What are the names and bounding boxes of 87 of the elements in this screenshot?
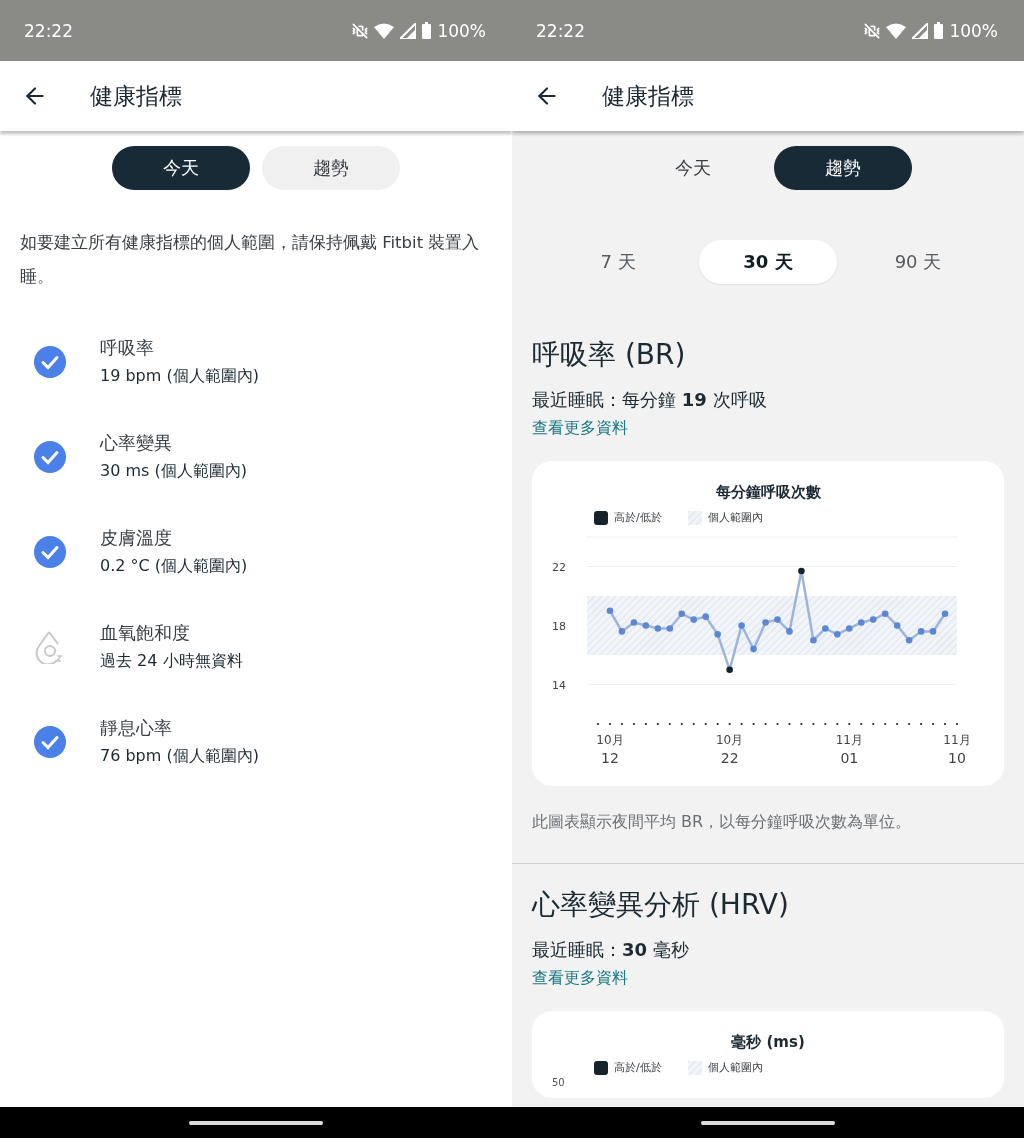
range-tab[interactable]: 7 天 xyxy=(549,240,687,284)
data-point xyxy=(666,625,674,632)
section-title: 心率變異分析 (HRV) xyxy=(532,887,790,923)
data-point xyxy=(690,616,698,623)
range-tab[interactable]: 90 天 xyxy=(849,240,987,284)
data-point xyxy=(678,610,686,617)
battery-percent: 100% xyxy=(949,20,998,41)
signal-icon xyxy=(400,22,417,39)
vibrate-off-icon xyxy=(864,22,881,39)
app-bar-title: 健康指標 xyxy=(90,81,182,111)
app-bar-title: 健康指標 xyxy=(602,81,694,111)
data-point xyxy=(786,628,793,635)
metric-value: 過去 24 小時無資料 xyxy=(100,651,243,672)
data-point xyxy=(869,616,877,623)
x-tick-label: 10月 22 xyxy=(716,733,744,766)
x-tick-label: 10月 12 xyxy=(596,733,624,766)
data-point xyxy=(834,631,841,638)
data-point xyxy=(929,628,937,635)
data-point xyxy=(893,622,901,629)
chart-title: 每分鐘呼吸次數 xyxy=(715,483,821,502)
home-handle[interactable] xyxy=(701,1120,835,1125)
metric-value: 76 bpm (個人範圍內) xyxy=(100,746,259,767)
range-legend-swatch xyxy=(687,1060,702,1075)
legend-label: 高於/低於 xyxy=(614,1060,662,1075)
chart-title: 毫秒 (ms) xyxy=(731,1033,805,1052)
data-point xyxy=(714,631,721,638)
y-tick-label: 18 xyxy=(552,619,566,633)
range-legend-swatch xyxy=(687,510,702,525)
y-tick-label: 50 xyxy=(552,1077,565,1088)
metric-name: 血氧飽和度 xyxy=(100,621,191,645)
data-point xyxy=(702,613,709,620)
latest-sleep-summary: 最近睡眠：30 毫秒 xyxy=(532,938,690,962)
home-handle[interactable] xyxy=(189,1120,323,1125)
see-more-link[interactable]: 查看更多資料 xyxy=(532,968,628,989)
chart-caption: 此圖表顯示夜間平均 BR，以每分鐘呼吸次數為單位。 xyxy=(532,812,913,833)
view-tab[interactable]: 趨勢 xyxy=(262,146,400,190)
view-tab[interactable]: 趨勢 xyxy=(774,146,912,190)
latest-sleep-summary: 最近睡眠：每分鐘 19 次呼吸 xyxy=(532,388,768,412)
metric-name: 心率變異 xyxy=(100,431,173,455)
legend-label: 個人範圍內 xyxy=(707,1060,763,1075)
y-tick-label: 14 xyxy=(552,678,566,692)
data-point xyxy=(642,622,650,629)
data-point xyxy=(798,567,805,575)
range-tab[interactable]: 30 天 xyxy=(699,240,837,284)
view-tab[interactable]: 今天 xyxy=(112,146,250,190)
data-point xyxy=(762,619,769,626)
metric-value: 19 bpm (個人範圍內) xyxy=(100,366,259,387)
wifi-icon xyxy=(886,22,907,39)
outlier-legend-swatch xyxy=(594,510,608,525)
notice-text: 如要建立所有健康指標的個人範圍，請保持佩戴 Fitbit 裝置入睡。 xyxy=(20,232,481,288)
battery-icon xyxy=(422,22,432,39)
signal-icon xyxy=(912,22,929,39)
data-point xyxy=(905,636,913,644)
data-point xyxy=(606,607,614,615)
data-point xyxy=(750,645,757,653)
wifi-icon xyxy=(374,22,395,39)
data-point xyxy=(881,610,889,617)
y-tick-label: 22 xyxy=(552,560,566,574)
data-point xyxy=(846,625,853,632)
data-point xyxy=(941,610,949,617)
outlier-legend-swatch xyxy=(594,1060,608,1075)
battery-icon xyxy=(934,22,944,39)
metric-name: 皮膚溫度 xyxy=(100,526,173,550)
data-point xyxy=(654,625,662,632)
data-point xyxy=(810,636,817,644)
x-tick-label: 11月 01 xyxy=(835,733,863,766)
x-tick-label: 11月 10 xyxy=(943,733,971,766)
legend-label: 個人範圍內 xyxy=(707,510,763,525)
data-point xyxy=(726,666,733,674)
metric-value: 30 ms (個人範圍內) xyxy=(100,461,247,482)
status-time: 22:22 xyxy=(536,20,585,41)
legend-label: 高於/低於 xyxy=(614,510,662,525)
section-title: 呼吸率 (BR) xyxy=(532,337,687,373)
data-point xyxy=(822,625,829,632)
data-point xyxy=(618,628,626,635)
metric-name: 靜息心率 xyxy=(100,716,173,740)
data-point xyxy=(738,622,745,629)
vibrate-off-icon xyxy=(352,22,369,39)
data-point xyxy=(630,619,638,626)
data-point xyxy=(857,619,865,626)
see-more-link[interactable]: 查看更多資料 xyxy=(532,418,628,439)
metric-value: 0.2 °C (個人範圍內) xyxy=(100,556,248,577)
data-point xyxy=(774,616,781,623)
battery-percent: 100% xyxy=(437,20,486,41)
status-time: 22:22 xyxy=(24,20,73,41)
data-point xyxy=(917,628,925,635)
metric-name: 呼吸率 xyxy=(100,336,155,360)
